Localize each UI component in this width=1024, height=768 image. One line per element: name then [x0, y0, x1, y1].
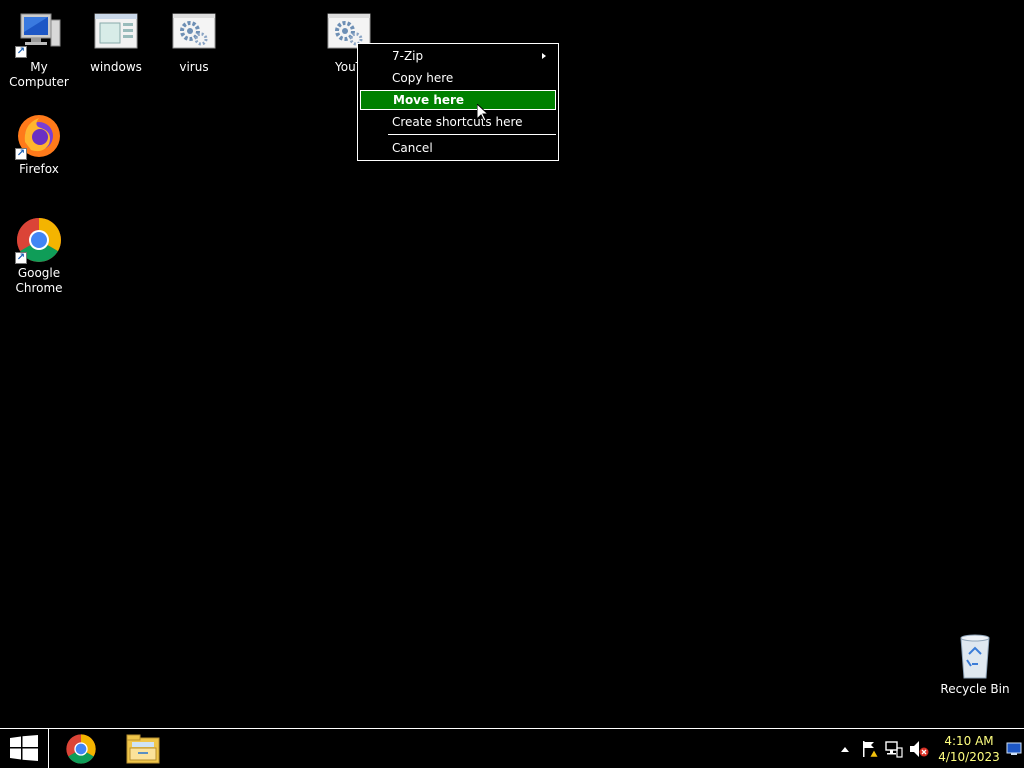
menu-item-move-here[interactable]: Move here — [360, 90, 556, 110]
taskbar: 4:10 AM 4/10/2023 — [0, 728, 1024, 768]
desktop-icon-label: Recycle Bin — [940, 682, 1010, 696]
windows-logo-icon — [10, 735, 38, 761]
shortcut-arrow-icon: ↗ — [15, 148, 27, 160]
menu-item-create-shortcuts-here[interactable]: Create shortcuts here — [360, 112, 556, 132]
desktop-icon-virus[interactable]: virus — [155, 10, 233, 75]
menu-item-7zip[interactable]: 7-Zip — [360, 46, 556, 66]
menu-item-copy-here[interactable]: Copy here — [360, 68, 556, 88]
context-menu: 7-Zip Copy here Move here Create shortcu… — [357, 43, 559, 161]
menu-item-label: Cancel — [392, 141, 433, 155]
desktop-icon-label: virus — [179, 60, 209, 74]
desktop-icon-windows[interactable]: windows — [77, 10, 155, 75]
menu-item-cancel[interactable]: Cancel — [360, 138, 556, 158]
shortcut-arrow-icon: ↗ — [15, 252, 27, 264]
desktop-icon-my-computer[interactable]: ↗ My Computer — [0, 10, 78, 90]
clock-date: 4/10/2023 — [938, 750, 1000, 764]
start-divider — [48, 729, 49, 768]
recycle-bin-icon — [951, 632, 999, 680]
desktop-icon-google-chrome[interactable]: ↗ Google Chrome — [0, 216, 78, 296]
desktop-icon-label: windows — [90, 60, 142, 74]
submenu-arrow-icon — [542, 53, 546, 59]
file-explorer-icon — [126, 734, 160, 764]
menu-separator — [388, 134, 556, 135]
network-icon — [885, 741, 903, 758]
taskbar-chrome-button[interactable] — [60, 729, 102, 768]
volume-muted-icon — [910, 741, 929, 757]
chrome-icon — [66, 734, 96, 764]
mouse-cursor-icon — [477, 104, 489, 122]
desktop-icon-firefox[interactable]: ↗ Firefox — [0, 112, 78, 177]
clock-time: 4:10 AM — [944, 734, 994, 748]
desktop-icon-label: My Computer — [9, 60, 69, 89]
show-desktop-button[interactable] — [1004, 729, 1024, 768]
desktop-icon-label: Firefox — [19, 162, 59, 176]
network-button[interactable] — [884, 729, 904, 768]
volume-button[interactable] — [908, 729, 930, 768]
taskbar-file-explorer-button[interactable] — [122, 729, 164, 768]
desktop-icon-recycle-bin[interactable]: Recycle Bin — [936, 632, 1014, 697]
desktop-icon-label: Google Chrome — [15, 266, 63, 295]
menu-item-label: Move here — [393, 93, 465, 107]
gear-file-icon — [170, 10, 218, 58]
taskbar-clock[interactable]: 4:10 AM 4/10/2023 — [935, 733, 1003, 765]
show-hidden-icons-button[interactable] — [838, 729, 852, 768]
menu-item-label: Create shortcuts here — [392, 115, 523, 129]
chevron-up-icon — [841, 747, 849, 752]
shortcut-arrow-icon: ↗ — [15, 46, 27, 58]
window-document-icon — [92, 10, 140, 58]
menu-item-label: 7-Zip — [392, 49, 424, 63]
flag-warning-icon — [863, 741, 879, 758]
action-center-button[interactable] — [860, 729, 880, 768]
computer-icon: ↗ — [15, 10, 63, 58]
chrome-icon: ↗ — [15, 216, 63, 264]
start-button[interactable] — [0, 729, 48, 768]
show-desktop-icon — [1006, 742, 1022, 755]
menu-item-label: Copy here — [392, 71, 454, 85]
firefox-icon: ↗ — [15, 112, 63, 160]
